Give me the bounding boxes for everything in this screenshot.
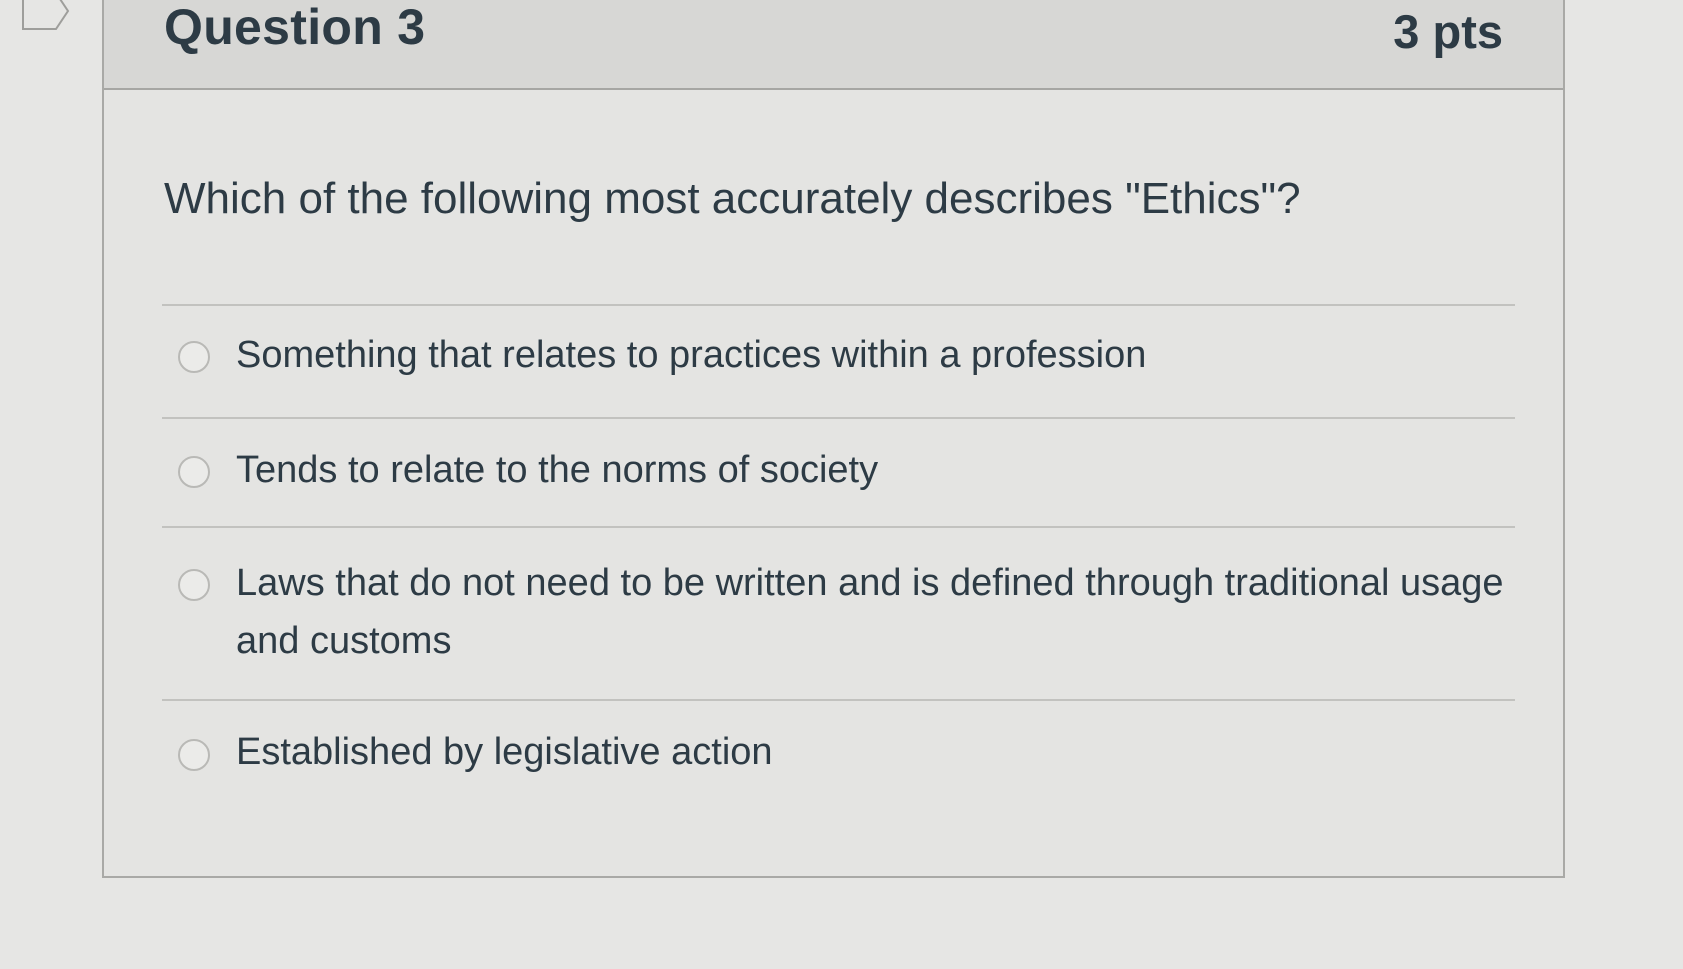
answer-option[interactable]: Laws that do not need to be written and … <box>162 526 1515 699</box>
answer-label[interactable]: Something that relates to practices with… <box>236 326 1505 384</box>
answer-label[interactable]: Established by legislative action <box>236 723 1505 781</box>
question-card: Question 3 3 pts Which of the following … <box>102 0 1565 878</box>
question-header: Question 3 3 pts <box>104 0 1563 90</box>
radio-button-icon[interactable] <box>178 456 210 488</box>
answer-option[interactable]: Established by legislative action <box>162 699 1515 809</box>
question-text: Which of the following most accurately d… <box>164 174 1301 223</box>
question-title: Question 3 <box>164 0 426 55</box>
radio-button-icon[interactable] <box>178 739 210 771</box>
answer-option[interactable]: Tends to relate to the norms of society <box>162 417 1515 526</box>
answer-list: Something that relates to practices with… <box>162 304 1515 809</box>
answer-label[interactable]: Tends to relate to the norms of society <box>236 441 1505 499</box>
answer-label[interactable]: Laws that do not need to be written and … <box>236 554 1505 670</box>
bookmark-flag-icon[interactable] <box>22 0 70 32</box>
radio-button-icon[interactable] <box>178 341 210 373</box>
question-points: 3 pts <box>1393 5 1503 58</box>
radio-button-icon[interactable] <box>178 569 210 601</box>
answer-option[interactable]: Something that relates to practices with… <box>162 304 1515 417</box>
